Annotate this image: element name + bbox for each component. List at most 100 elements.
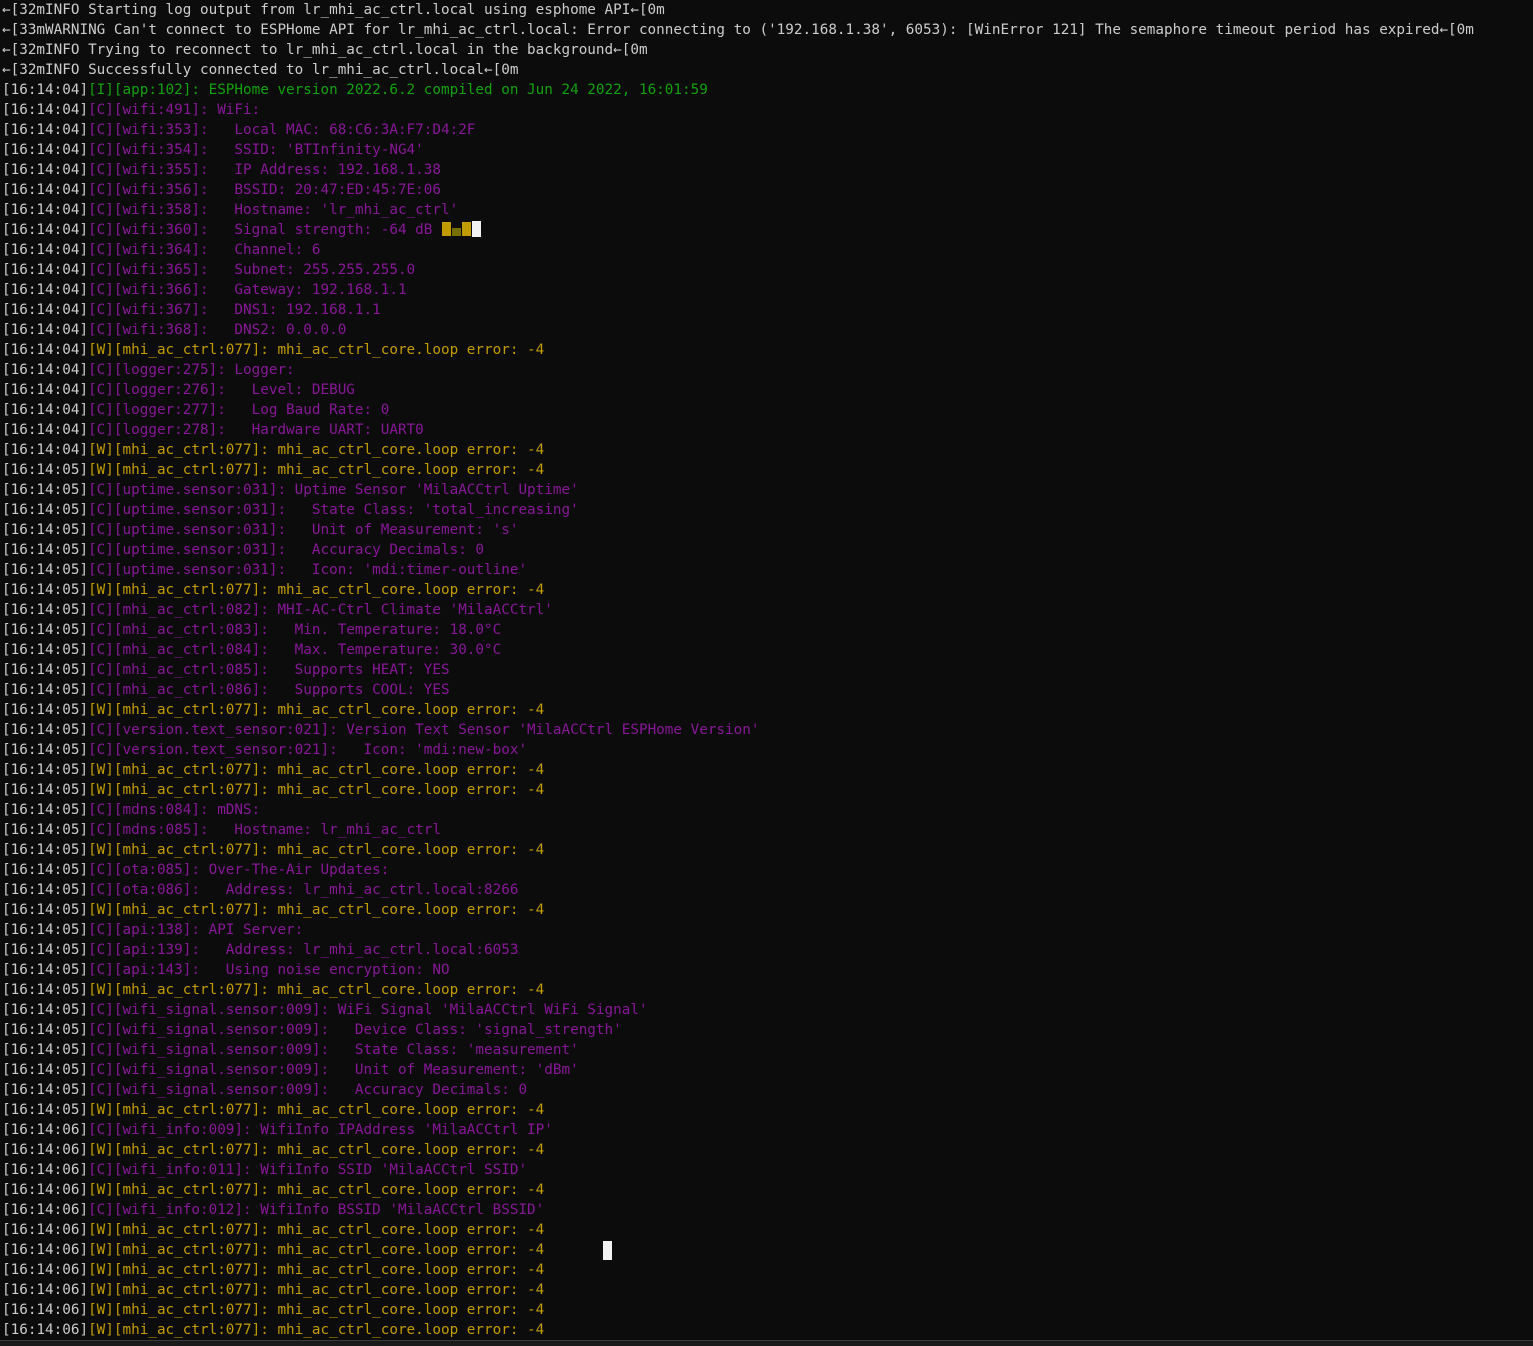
log-message: [C][wifi:368]: DNS2: 0.0.0.0 (88, 322, 347, 338)
log-timestamp: [16:14:05] (2, 642, 89, 658)
log-message: [C][wifi:365]: Subnet: 255.255.255.0 (88, 262, 416, 278)
log-line: [16:14:04][C][logger:278]: Hardware UART… (2, 420, 1533, 440)
log-message: [C][wifi_info:012]: WifiInfo BSSID 'Mila… (88, 1202, 545, 1218)
log-timestamp: [16:14:05] (2, 922, 89, 938)
log-timestamp: [16:14:06] (2, 1222, 89, 1238)
log-line: [16:14:05][W][mhi_ac_ctrl:077]: mhi_ac_c… (2, 1100, 1533, 1120)
log-message: ←[32mINFO Trying to reconnect to lr_mhi_… (2, 42, 648, 58)
log-timestamp: [16:14:05] (2, 662, 89, 678)
log-line: [16:14:05][W][mhi_ac_ctrl:077]: mhi_ac_c… (2, 840, 1533, 860)
log-line: [16:14:05][C][mhi_ac_ctrl:086]: Supports… (2, 680, 1533, 700)
log-timestamp: [16:14:04] (2, 222, 89, 238)
log-line: [16:14:06][W][mhi_ac_ctrl:077]: mhi_ac_c… (2, 1140, 1533, 1160)
log-timestamp: [16:14:05] (2, 742, 89, 758)
log-message: [W][mhi_ac_ctrl:077]: mhi_ac_ctrl_core.l… (88, 1262, 545, 1278)
log-message: [C][uptime.sensor:031]: Accuracy Decimal… (88, 542, 485, 558)
log-line: [16:14:04][C][logger:275]: Logger: (2, 360, 1533, 380)
log-message: [C][uptime.sensor:031]: Icon: 'mdi:timer… (88, 562, 528, 578)
log-message: [W][mhi_ac_ctrl:077]: mhi_ac_ctrl_core.l… (88, 582, 545, 598)
log-message: [C][wifi:366]: Gateway: 192.168.1.1 (88, 282, 407, 298)
log-message: [W][mhi_ac_ctrl:077]: mhi_ac_ctrl_core.l… (88, 1142, 545, 1158)
log-message: [C][api:143]: Using noise encryption: NO (88, 962, 450, 978)
log-message: [C][mhi_ac_ctrl:083]: Min. Temperature: … (88, 622, 502, 638)
log-message: [C][wifi_info:009]: WifiInfo IPAddress '… (88, 1122, 553, 1138)
log-timestamp: [16:14:05] (2, 1082, 89, 1098)
log-timestamp: [16:14:05] (2, 502, 89, 518)
log-timestamp: [16:14:05] (2, 882, 89, 898)
log-line: [16:14:06][W][mhi_ac_ctrl:077]: mhi_ac_c… (2, 1300, 1533, 1320)
log-timestamp: [16:14:04] (2, 82, 89, 98)
log-timestamp: [16:14:06] (2, 1262, 89, 1278)
log-timestamp: [16:14:04] (2, 382, 89, 398)
log-line: [16:14:05][C][api:143]: Using noise encr… (2, 960, 1533, 980)
log-message: [W][mhi_ac_ctrl:077]: mhi_ac_ctrl_core.l… (88, 762, 545, 778)
log-line: [16:14:04][C][wifi:360]: Signal strength… (2, 220, 1533, 240)
log-timestamp: [16:14:04] (2, 322, 89, 338)
window-bottom-edge (0, 1340, 1533, 1346)
log-timestamp: [16:14:05] (2, 682, 89, 698)
log-timestamp: [16:14:04] (2, 362, 89, 378)
log-line: [16:14:05][C][version.text_sensor:021]: … (2, 720, 1533, 740)
log-line: [16:14:04][C][wifi:358]: Hostname: 'lr_m… (2, 200, 1533, 220)
log-line: [16:14:05][C][mhi_ac_ctrl:085]: Supports… (2, 660, 1533, 680)
log-timestamp: [16:14:05] (2, 942, 89, 958)
log-line: [16:14:05][C][uptime.sensor:031]: State … (2, 500, 1533, 520)
log-line: [16:14:06][W][mhi_ac_ctrl:077]: mhi_ac_c… (2, 1180, 1533, 1200)
log-timestamp: [16:14:05] (2, 1022, 89, 1038)
log-timestamp: [16:14:05] (2, 482, 89, 498)
log-line: ←[32mINFO Trying to reconnect to lr_mhi_… (2, 40, 1533, 60)
log-message: [C][wifi_signal.sensor:009]: Unit of Mea… (88, 1062, 579, 1078)
log-message: [W][mhi_ac_ctrl:077]: mhi_ac_ctrl_core.l… (88, 1242, 545, 1258)
log-timestamp: [16:14:05] (2, 962, 89, 978)
log-timestamp: [16:14:04] (2, 302, 89, 318)
log-message: [W][mhi_ac_ctrl:077]: mhi_ac_ctrl_core.l… (88, 982, 545, 998)
log-line: [16:14:05][W][mhi_ac_ctrl:077]: mhi_ac_c… (2, 780, 1533, 800)
log-timestamp: [16:14:06] (2, 1242, 89, 1258)
log-timestamp: [16:14:05] (2, 542, 89, 558)
log-message: [C][wifi:491]: WiFi: (88, 102, 261, 118)
log-timestamp: [16:14:05] (2, 1062, 89, 1078)
log-message: [W][mhi_ac_ctrl:077]: mhi_ac_ctrl_core.l… (88, 1322, 545, 1338)
log-line: [16:14:04][C][logger:277]: Log Baud Rate… (2, 400, 1533, 420)
terminal-output[interactable]: ←[32mINFO Starting log output from lr_mh… (0, 0, 1533, 1340)
log-line: [16:14:06][W][mhi_ac_ctrl:077]: mhi_ac_c… (2, 1280, 1533, 1300)
log-line: [16:14:05][C][wifi_signal.sensor:009]: S… (2, 1040, 1533, 1060)
log-message: [C][mdns:085]: Hostname: lr_mhi_ac_ctrl (88, 822, 441, 838)
log-line: [16:14:05][C][mdns:085]: Hostname: lr_mh… (2, 820, 1533, 840)
log-timestamp: [16:14:04] (2, 402, 89, 418)
log-timestamp: [16:14:04] (2, 342, 89, 358)
log-message: [C][wifi:356]: BSSID: 20:47:ED:45:7E:06 (88, 182, 441, 198)
log-line: [16:14:06][C][wifi_info:011]: WifiInfo S… (2, 1160, 1533, 1180)
log-line: [16:14:06][W][mhi_ac_ctrl:077]: mhi_ac_c… (2, 1240, 1533, 1260)
log-timestamp: [16:14:04] (2, 102, 89, 118)
log-timestamp: [16:14:05] (2, 1102, 89, 1118)
log-timestamp: [16:14:05] (2, 762, 89, 778)
log-message: [W][mhi_ac_ctrl:077]: mhi_ac_ctrl_core.l… (88, 902, 545, 918)
log-line: [16:14:05][C][mhi_ac_ctrl:084]: Max. Tem… (2, 640, 1533, 660)
log-line: [16:14:04][C][wifi:367]: DNS1: 192.168.1… (2, 300, 1533, 320)
log-message: [C][api:138]: API Server: (88, 922, 304, 938)
log-message: [C][mhi_ac_ctrl:084]: Max. Temperature: … (88, 642, 502, 658)
log-timestamp: [16:14:05] (2, 562, 89, 578)
log-message: [C][mhi_ac_ctrl:086]: Supports COOL: YES (88, 682, 450, 698)
log-message: [C][ota:085]: Over-The-Air Updates: (88, 862, 390, 878)
log-timestamp: [16:14:06] (2, 1122, 89, 1138)
log-message: [C][logger:277]: Log Baud Rate: 0 (88, 402, 390, 418)
log-message: [W][mhi_ac_ctrl:077]: mhi_ac_ctrl_core.l… (88, 1282, 545, 1298)
log-line: [16:14:04][C][wifi:366]: Gateway: 192.16… (2, 280, 1533, 300)
log-line: ←[33mWARNING Can't connect to ESPHome AP… (2, 20, 1533, 40)
log-message: [C][wifi:367]: DNS1: 192.168.1.1 (88, 302, 381, 318)
log-message: [C][wifi_signal.sensor:009]: WiFi Signal… (88, 1002, 648, 1018)
log-line: [16:14:05][C][wifi_signal.sensor:009]: U… (2, 1060, 1533, 1080)
log-line: [16:14:05][W][mhi_ac_ctrl:077]: mhi_ac_c… (2, 760, 1533, 780)
log-message: [C][wifi_signal.sensor:009]: Device Clas… (88, 1022, 622, 1038)
log-line: [16:14:05][W][mhi_ac_ctrl:077]: mhi_ac_c… (2, 900, 1533, 920)
log-timestamp: [16:14:05] (2, 782, 89, 798)
log-timestamp: [16:14:05] (2, 822, 89, 838)
log-message: [W][mhi_ac_ctrl:077]: mhi_ac_ctrl_core.l… (88, 1222, 545, 1238)
log-timestamp: [16:14:05] (2, 1002, 89, 1018)
log-line: [16:14:04][C][wifi:354]: SSID: 'BTInfini… (2, 140, 1533, 160)
log-line: [16:14:05][C][version.text_sensor:021]: … (2, 740, 1533, 760)
log-message: [W][mhi_ac_ctrl:077]: mhi_ac_ctrl_core.l… (88, 442, 545, 458)
log-message: [C][wifi_info:011]: WifiInfo SSID 'MilaA… (88, 1162, 528, 1178)
